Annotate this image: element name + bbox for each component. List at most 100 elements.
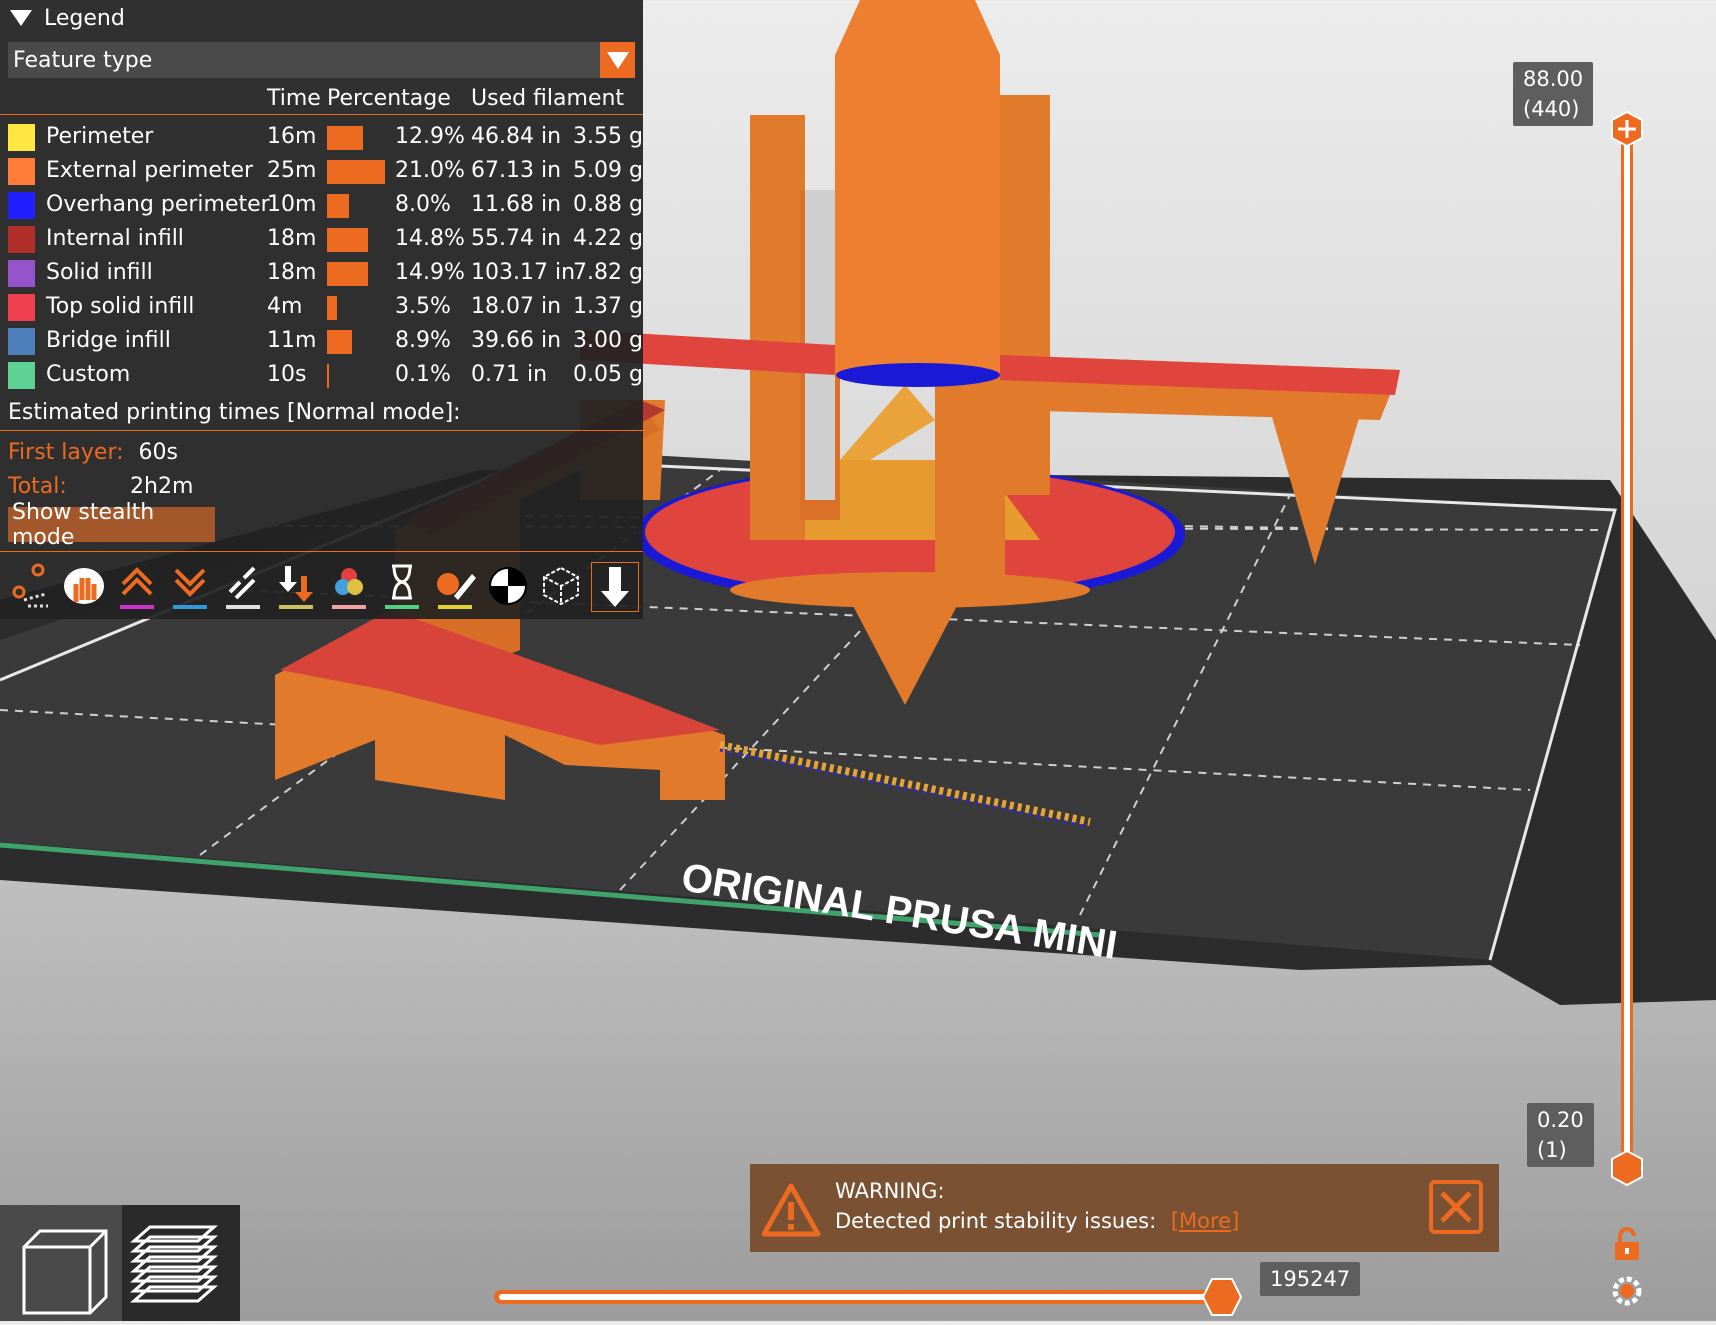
deretractions-icon[interactable] — [167, 562, 213, 610]
feature-name: Solid infill — [46, 260, 153, 285]
warning-message: Detected print stability issues: — [835, 1209, 1157, 1233]
filament-length: 67.13 in — [471, 158, 562, 183]
first-layer-label: First layer: — [8, 440, 124, 465]
custom-gcode-icon[interactable] — [432, 562, 478, 610]
first-layer-value: 60s — [138, 440, 178, 465]
cube-icon — [22, 1229, 108, 1315]
color-swatch — [8, 362, 35, 389]
time-value: 11m — [267, 328, 317, 353]
percentage-value: 8.0% — [395, 192, 451, 217]
filament-length: 39.66 in — [471, 328, 562, 353]
retractions-icon[interactable] — [114, 562, 160, 610]
percentage-bar — [327, 126, 363, 150]
shells-cube-icon[interactable] — [538, 562, 584, 610]
moves-slider-value: 195247 — [1260, 1262, 1361, 1296]
feature-name: Bridge infill — [46, 328, 171, 353]
filament-length: 55.74 in — [471, 226, 562, 251]
estimate-title: Estimated printing times [Normal mode]: — [8, 400, 461, 425]
center-of-gravity-icon[interactable] — [485, 562, 531, 610]
percentage-value: 8.9% — [395, 328, 451, 353]
color-swatch — [8, 328, 35, 355]
legend-row[interactable]: Custom 10s 0.1% 0.71 in 0.05 g — [0, 358, 643, 392]
total-label: Total: — [8, 474, 67, 499]
filament-weight: 7.82 g — [573, 260, 643, 285]
color-changes-icon[interactable] — [326, 562, 372, 610]
filament-weight: 0.88 g — [573, 192, 643, 217]
percentage-bar — [327, 296, 337, 320]
percentage-value: 21.0% — [395, 158, 465, 183]
col-time: Time — [267, 86, 321, 111]
time-value: 18m — [267, 226, 317, 251]
lock-icon[interactable] — [1610, 1226, 1644, 1262]
col-used-filament: Used filament — [471, 86, 625, 111]
visibility-toolbar — [6, 562, 639, 612]
view-type-dropdown[interactable]: Feature type — [8, 42, 635, 78]
warning-notification: WARNING: Detected print stability issues… — [750, 1164, 1499, 1252]
percentage-value: 0.1% — [395, 362, 451, 387]
percentage-bar — [327, 228, 368, 252]
legend-row[interactable]: Perimeter 16m 12.9% 46.84 in 3.55 g — [0, 120, 643, 154]
feature-name: Internal infill — [46, 226, 184, 251]
color-swatch — [8, 158, 35, 185]
3d-view-button[interactable] — [0, 1205, 122, 1321]
travel-icon[interactable] — [8, 562, 54, 610]
pause-hourglass-icon[interactable] — [379, 562, 425, 610]
legend-row[interactable]: Internal infill 18m 14.8% 55.74 in 4.22 g — [0, 222, 643, 256]
legend-column-headers: Time Percentage Used filament — [0, 86, 643, 115]
feature-name: Overhang perimeter — [46, 192, 270, 217]
layer-lower-thumb-icon[interactable] — [1609, 1150, 1645, 1186]
color-swatch — [8, 124, 35, 151]
view-type-value: Feature type — [13, 47, 153, 73]
time-value: 25m — [267, 158, 317, 183]
filament-weight: 3.55 g — [573, 124, 643, 149]
separator — [0, 551, 643, 552]
total-value: 2h2m — [130, 474, 194, 499]
legend-row[interactable]: Bridge infill 11m 8.9% 39.66 in 3.00 g — [0, 324, 643, 358]
close-warning-icon[interactable] — [1428, 1179, 1484, 1235]
color-swatch — [8, 260, 35, 287]
warning-triangle-icon — [761, 1183, 821, 1237]
feature-name: Custom — [46, 362, 131, 387]
preview-button[interactable] — [122, 1205, 240, 1321]
percentage-bar — [327, 194, 350, 218]
tool-marker-icon[interactable] — [591, 562, 639, 612]
layer-upper-thumb-plus-icon[interactable] — [1609, 111, 1645, 147]
moves-slider-thumb[interactable] — [1202, 1278, 1242, 1316]
tool-changes-icon[interactable] — [273, 562, 319, 610]
filament-weight: 1.37 g — [573, 294, 643, 319]
legend-row[interactable]: Top solid infill 4m 3.5% 18.07 in 1.37 g — [0, 290, 643, 324]
layer-slider-bottom-label: 0.20 (1) — [1527, 1103, 1594, 1167]
feature-name: Top solid infill — [46, 294, 195, 319]
percentage-bar — [327, 262, 369, 286]
layer-slider-fill — [1624, 135, 1630, 1160]
filament-length: 11.68 in — [471, 192, 562, 217]
legend-row[interactable]: External perimeter 25m 21.0% 67.13 in 5.09 g — [0, 154, 643, 188]
time-value: 10s — [267, 362, 307, 387]
view-switcher — [0, 1205, 240, 1321]
layers-icon — [130, 1225, 218, 1303]
filament-length: 103.17 in — [471, 260, 576, 285]
color-swatch — [8, 226, 35, 253]
col-percentage: Percentage — [327, 86, 451, 111]
layer-slider-top-label: 88.00 (440) — [1513, 62, 1594, 126]
collapse-triangle-icon[interactable] — [10, 10, 32, 26]
color-swatch — [8, 294, 35, 321]
color-swatch — [8, 192, 35, 219]
percentage-value: 3.5% — [395, 294, 451, 319]
legend-row[interactable]: Solid infill 18m 14.9% 103.17 in 7.82 g — [0, 256, 643, 290]
legend-panel: Legend Feature type Time Percentage Used… — [0, 0, 643, 619]
warning-more-link[interactable]: [More] — [1171, 1209, 1239, 1233]
settings-cog-icon[interactable] — [1610, 1274, 1644, 1308]
dropdown-arrow-icon[interactable] — [600, 42, 635, 78]
wipe-hand-icon[interactable] — [61, 562, 107, 610]
time-value: 18m — [267, 260, 317, 285]
show-stealth-mode-button[interactable]: Show stealth mode — [8, 500, 215, 550]
percentage-bar — [327, 160, 385, 184]
feature-name: External perimeter — [46, 158, 254, 183]
seams-icon[interactable] — [220, 562, 266, 610]
legend-header[interactable]: Legend — [0, 0, 643, 36]
filament-length: 18.07 in — [471, 294, 562, 319]
legend-row[interactable]: Overhang perimeter 10m 8.0% 11.68 in 0.88 g — [0, 188, 643, 222]
bottom-layer-number: (1) — [1537, 1138, 1567, 1162]
filament-weight: 3.00 g — [573, 328, 643, 353]
